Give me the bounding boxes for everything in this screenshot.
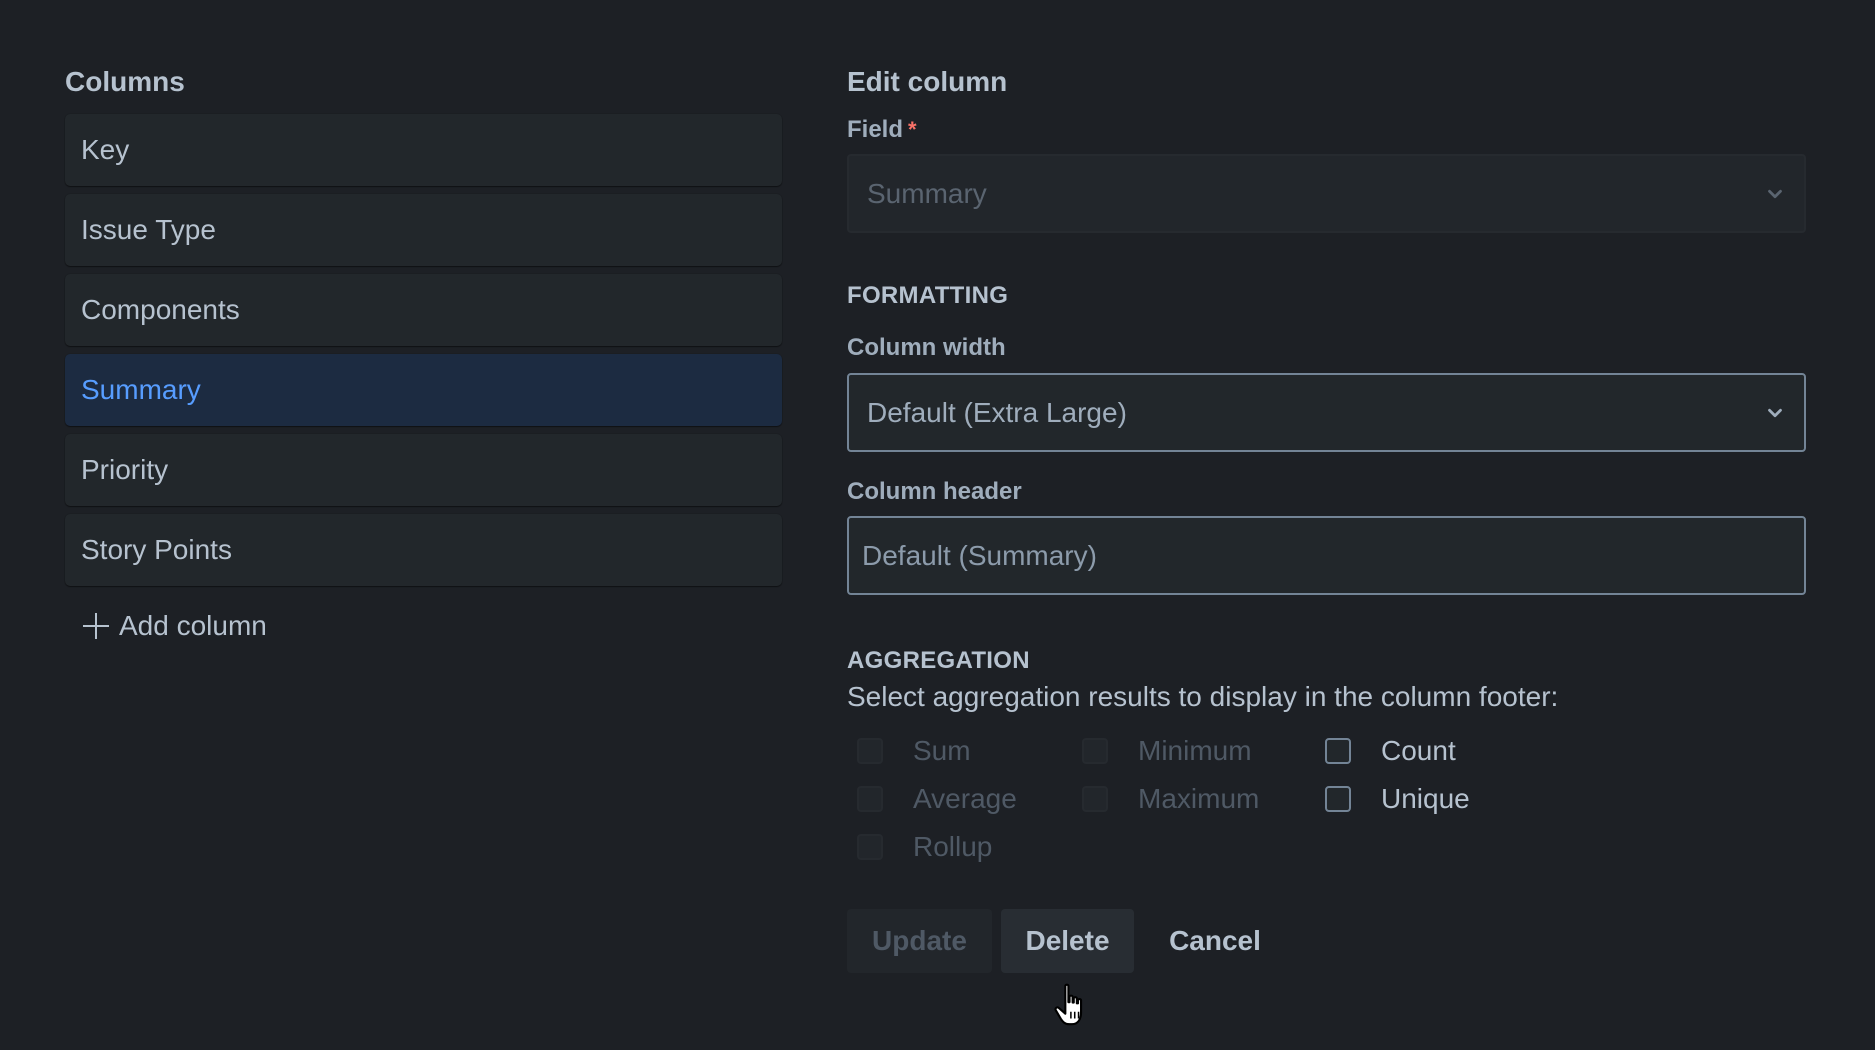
column-width-label: Column width — [847, 334, 1006, 361]
checkbox-unique[interactable]: Unique — [1325, 779, 1470, 819]
hand-pointer-cursor-icon — [1054, 983, 1083, 1026]
column-header-placeholder: Default (Summary) — [862, 539, 1097, 571]
column-item-label: Key — [81, 134, 130, 165]
checkbox-label: Minimum — [1138, 735, 1252, 766]
column-item-label: Priority — [81, 454, 169, 485]
column-width-value: Default (Extra Large) — [867, 396, 1127, 428]
checkbox-count[interactable]: Count — [1325, 731, 1456, 771]
column-item-summary[interactable]: Summary — [65, 354, 782, 426]
checkbox-label: Count — [1381, 735, 1456, 766]
edit-columns-page: Columns Key Issue Type Components Summar… — [0, 0, 1875, 1050]
checkbox-box — [857, 738, 883, 764]
field-label: Field * — [847, 114, 1806, 146]
delete-button[interactable]: Delete — [1001, 909, 1134, 973]
checkbox-box — [1082, 786, 1108, 812]
checkbox-sum[interactable]: Sum — [857, 731, 971, 771]
checkbox-label: Unique — [1381, 783, 1470, 814]
columns-title: Columns — [65, 66, 185, 97]
checkbox-label: Sum — [913, 735, 971, 766]
edit-column-panel: Edit column Field * Summary FORMATTING Co… — [847, 62, 1806, 973]
columns-panel: Columns Key Issue Type Components Summar… — [65, 62, 782, 648]
aggregation-options: Sum Average Rollup Minimum Maximum Count — [847, 731, 1806, 881]
field-select-value: Summary — [867, 177, 987, 209]
cancel-button[interactable]: Cancel — [1143, 909, 1287, 973]
column-item-priority[interactable]: Priority — [65, 434, 782, 506]
required-marker: * — [908, 117, 917, 142]
checkbox-box — [1325, 786, 1351, 812]
column-item-label: Components — [81, 294, 240, 325]
add-column-label: Add column — [119, 610, 267, 641]
checkbox-label: Rollup — [913, 831, 993, 862]
column-header-label: Column header — [847, 478, 1022, 505]
column-item-key[interactable]: Key — [65, 114, 782, 186]
field-select[interactable]: Summary — [847, 154, 1806, 233]
edit-column-title: Edit column — [847, 66, 1008, 97]
column-item-label: Summary — [81, 374, 201, 405]
field-label-text: Field — [847, 116, 904, 143]
aggregation-description: Select aggregation results to display in… — [847, 681, 1559, 712]
column-header-input[interactable]: Default (Summary) — [847, 516, 1806, 595]
checkbox-minimum[interactable]: Minimum — [1082, 731, 1252, 771]
column-item-label: Story Points — [81, 534, 232, 565]
column-item-story-points[interactable]: Story Points — [65, 514, 782, 586]
formatting-heading: FORMATTING — [847, 282, 1009, 309]
column-item-issue-type[interactable]: Issue Type — [65, 194, 782, 266]
chevron-down-icon — [1764, 402, 1786, 424]
column-item-components[interactable]: Components — [65, 274, 782, 346]
plus-icon — [83, 613, 109, 639]
column-width-select[interactable]: Default (Extra Large) — [847, 373, 1806, 452]
checkbox-label: Maximum — [1138, 783, 1260, 814]
checkbox-rollup[interactable]: Rollup — [857, 827, 992, 867]
checkbox-box — [857, 786, 883, 812]
checkbox-average[interactable]: Average — [857, 779, 1017, 819]
form-actions: Update Delete Cancel — [847, 909, 1806, 973]
column-item-label: Issue Type — [81, 214, 216, 245]
checkbox-box — [1082, 738, 1108, 764]
checkbox-box — [857, 834, 883, 860]
add-column-button[interactable]: Add column — [65, 604, 782, 648]
checkbox-box — [1325, 738, 1351, 764]
chevron-down-icon — [1764, 183, 1786, 205]
columns-list: Key Issue Type Components Summary Priori… — [65, 114, 782, 586]
update-button[interactable]: Update — [847, 909, 992, 973]
checkbox-label: Average — [913, 783, 1017, 814]
aggregation-heading: AGGREGATION — [847, 647, 1030, 674]
checkbox-maximum[interactable]: Maximum — [1082, 779, 1259, 819]
